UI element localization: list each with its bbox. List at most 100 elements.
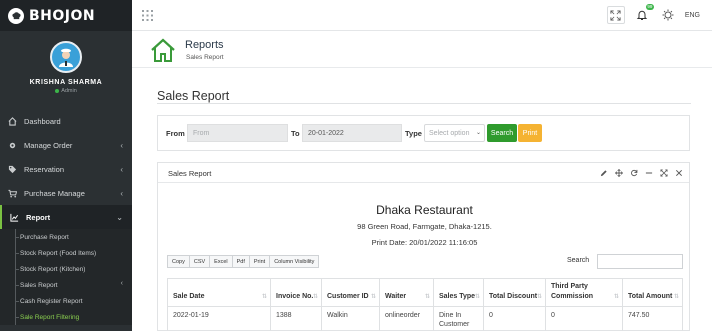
sort-icon: ⇅: [424, 294, 430, 300]
main-content: Sales Report From From To 20-01-2022 Typ…: [132, 68, 712, 331]
restaurant-name: Dhaka Restaurant: [376, 203, 473, 217]
bell-icon: [636, 10, 648, 20]
sort-icon: ⇅: [370, 294, 376, 300]
table-header-row: Sale Date ⇅ Invoice No. ⇅ Customer ID ⇅ Wai…: [167, 278, 683, 307]
card-header: Sales Report: [158, 163, 689, 183]
sort-icon: ⇅: [474, 294, 480, 300]
notification-badge: 99: [645, 4, 654, 10]
cart-icon: [8, 189, 17, 198]
page-header: Reports Sales Report: [132, 31, 712, 68]
settings-button[interactable]: [659, 6, 677, 24]
avatar[interactable]: [50, 41, 82, 73]
pdf-button[interactable]: Pdf: [231, 255, 250, 268]
type-select[interactable]: Select option ⌄: [424, 124, 485, 142]
sidebar-item-dashboard[interactable]: Dashboard: [0, 109, 132, 133]
sidebar-item-report[interactable]: Report ⌄: [0, 205, 132, 229]
header-label: Total Discount: [489, 293, 538, 300]
notifications-button[interactable]: 99: [633, 4, 654, 24]
column-header-sales-type[interactable]: Sales Type ⇅: [433, 278, 484, 307]
copy-button[interactable]: Copy: [167, 255, 190, 268]
sidebar-item-stock-report-food[interactable]: Stock Report (Food Items): [0, 245, 132, 261]
minimize-icon[interactable]: [644, 168, 653, 177]
column-visibility-button[interactable]: Column Visibility: [269, 255, 320, 268]
close-icon[interactable]: [674, 168, 683, 177]
cell-sales-type: Dine In Customer: [433, 306, 484, 331]
sidebar-item-reservation[interactable]: Reservation ‹: [0, 157, 132, 181]
brand[interactable]: BHOJON: [0, 0, 132, 31]
column-header-customer-id[interactable]: Customer ID ⇅: [321, 278, 380, 307]
print-button[interactable]: Print: [518, 124, 542, 142]
cell-total-amount: 747.50: [622, 306, 683, 331]
header-label: Third Party Commission: [551, 283, 594, 300]
print-table-button[interactable]: Print: [248, 255, 271, 268]
to-date-input[interactable]: 20-01-2022: [302, 124, 402, 142]
header-label: Invoice No.: [276, 293, 314, 300]
chevron-down-icon: ⌄: [116, 213, 123, 222]
language-selector[interactable]: ENG: [685, 12, 700, 19]
header-label: Sale Date: [173, 293, 205, 300]
sub-item-label: Cash Register Report: [20, 297, 83, 305]
home-icon: [151, 38, 175, 62]
topbar: 99 ENG: [132, 0, 712, 31]
column-header-sale-date[interactable]: Sale Date ⇅: [167, 278, 271, 307]
csv-button[interactable]: CSV: [188, 255, 211, 268]
restaurant-address: 98 Green Road, Farmgate, Dhaka-1215.: [357, 222, 492, 231]
tag-icon: [8, 165, 17, 174]
export-buttons: Copy CSV Excel Pdf Print Column Visibili…: [167, 255, 320, 268]
home-icon: [8, 116, 17, 126]
sidebar-item-label: Dashboard: [24, 116, 61, 126]
breadcrumb: Sales Report: [186, 54, 224, 61]
cell-customer-id: Walkin: [321, 306, 380, 331]
cell-total-discount: 0: [483, 306, 546, 331]
header-label: Customer ID: [327, 293, 369, 300]
column-header-invoice-no[interactable]: Invoice No. ⇅: [270, 278, 322, 307]
from-date-input[interactable]: From: [187, 124, 288, 142]
sub-item-label: Purchase Report: [20, 233, 69, 241]
report-submenu: Purchase Report Stock Report (Food Items…: [0, 229, 132, 325]
sales-table: Sale Date ⇅ Invoice No. ⇅ Customer ID ⇅ Wai…: [167, 278, 683, 331]
chevron-left-icon: ‹: [120, 165, 123, 174]
edit-icon[interactable]: [599, 168, 608, 177]
sidebar-item-cash-register-report[interactable]: Cash Register Report: [0, 293, 132, 309]
refresh-icon[interactable]: [629, 168, 638, 177]
chevron-left-icon: ‹: [120, 280, 123, 287]
fullscreen-button[interactable]: [606, 6, 625, 24]
expand-icon: [610, 9, 621, 21]
table-row[interactable]: 2022-01-19 1388 Walkin onlineorder Dine …: [167, 306, 683, 331]
topbar-actions: 99 ENG: [606, 4, 700, 24]
report-card: Sales Report Dhaka Restaurant 98 Green R…: [157, 162, 690, 331]
user-name: KRISHNA SHARMA: [29, 79, 103, 86]
sidebar-item-stock-report-kitchen[interactable]: Stock Report (Kitchen): [0, 261, 132, 277]
sort-icon: ⇅: [312, 294, 318, 300]
sidebar-item-manage-order[interactable]: Manage Order ‹: [0, 133, 132, 157]
search-button[interactable]: Search: [487, 124, 517, 142]
sun-settings-icon: [662, 9, 674, 21]
move-icon[interactable]: [614, 168, 623, 177]
column-header-waiter[interactable]: Waiter ⇅: [379, 278, 434, 307]
chevron-left-icon: ‹: [120, 141, 123, 150]
table-search-input[interactable]: [597, 254, 683, 269]
sidebar-menu: Dashboard Manage Order ‹ Reservation ‹ P…: [0, 109, 132, 325]
page-title: Reports: [185, 39, 224, 51]
table-search-label: Search: [567, 257, 590, 264]
column-header-total-amount[interactable]: Total Amount ⇅: [622, 278, 683, 307]
column-header-third-party-commission[interactable]: Third Party Commission ⇅: [545, 278, 623, 307]
sidebar-item-label: Purchase Manage: [24, 188, 85, 198]
sidebar-item-sale-report-filtering[interactable]: Sale Report Filtering: [0, 309, 132, 325]
sort-icon: ⇅: [536, 294, 542, 300]
sidebar-item-purchase-manage[interactable]: Purchase Manage ‹: [0, 181, 132, 205]
sidebar-item-purchase-report[interactable]: Purchase Report: [0, 229, 132, 245]
expand-icon[interactable]: [659, 168, 668, 177]
section-title: Sales Report: [157, 89, 230, 103]
sub-item-label: Sale Report Filtering: [20, 313, 80, 321]
gear-icon: [8, 141, 17, 150]
excel-button[interactable]: Excel: [209, 255, 233, 268]
chef-hat-icon: [8, 7, 24, 24]
column-header-total-discount[interactable]: Total Discount ⇅: [483, 278, 546, 307]
sidebar-item-sales-report[interactable]: Sales Report ‹: [0, 277, 132, 293]
user-role: Admin: [55, 88, 77, 94]
header-label: Waiter: [385, 293, 407, 300]
grid-menu-icon[interactable]: [142, 10, 153, 21]
user-role-label: Admin: [61, 88, 77, 94]
chart-icon: [10, 213, 19, 222]
